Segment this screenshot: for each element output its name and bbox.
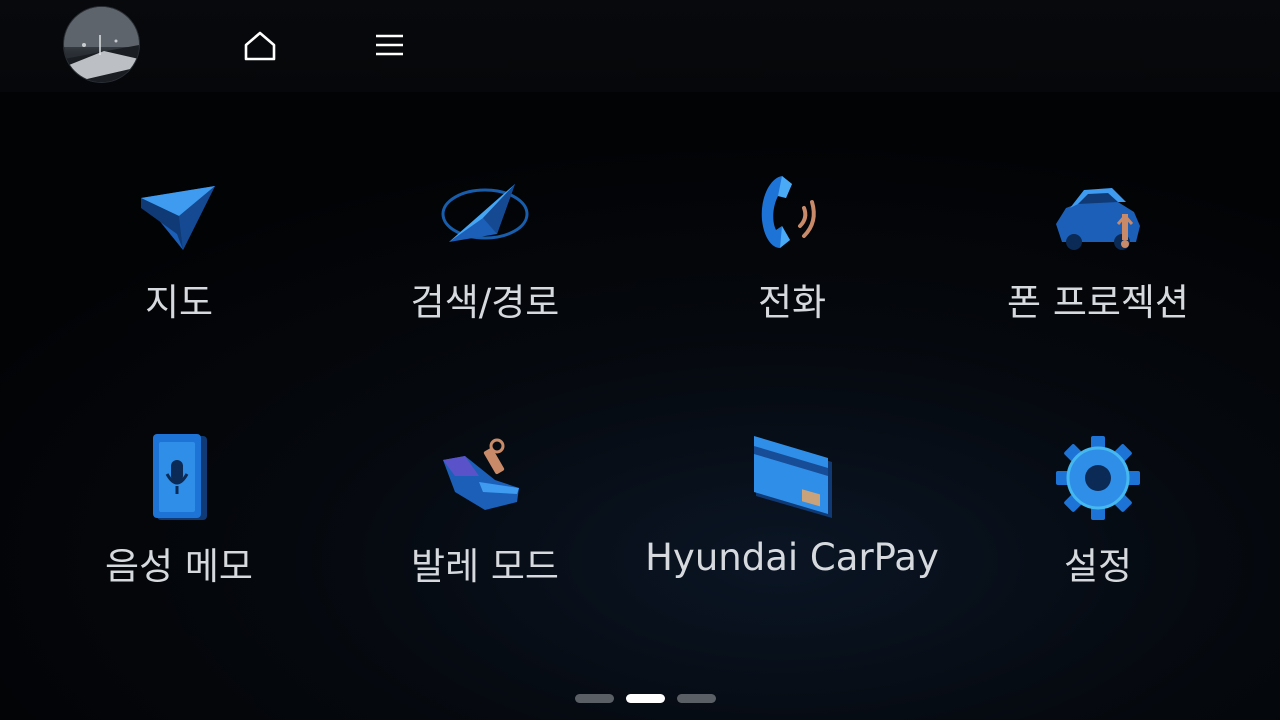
app-voice-memo[interactable]: 음성 메모 bbox=[29, 432, 329, 602]
app-valet-mode[interactable]: 발레 모드 bbox=[335, 432, 635, 602]
app-label: 음성 메모 bbox=[105, 545, 253, 588]
app-label: Hyundai CarPay bbox=[645, 536, 939, 579]
app-phone[interactable]: 전화 bbox=[642, 168, 942, 338]
settings-gear-icon bbox=[1056, 436, 1140, 520]
road-photo-icon bbox=[64, 7, 139, 82]
app-label: 폰 프로젝션 bbox=[1007, 281, 1189, 324]
payment-card-icon bbox=[754, 436, 832, 518]
app-label: 설정 bbox=[1063, 545, 1133, 588]
app-settings[interactable]: 설정 bbox=[948, 432, 1248, 602]
app-map[interactable]: 지도 bbox=[29, 168, 329, 338]
hamburger-menu-icon[interactable] bbox=[371, 28, 407, 64]
app-hyundai-carpay[interactable]: Hyundai CarPay bbox=[642, 432, 942, 602]
app-label: 전화 bbox=[757, 281, 827, 324]
avatar[interactable] bbox=[64, 7, 139, 82]
route-search-icon bbox=[441, 184, 529, 242]
app-label: 발레 모드 bbox=[411, 545, 559, 588]
app-label: 검색/경로 bbox=[410, 281, 560, 324]
app-search-route[interactable]: 검색/경로 bbox=[335, 168, 635, 338]
car-usb-icon bbox=[1056, 188, 1140, 250]
voice-memo-mic-icon bbox=[153, 434, 207, 520]
page-dot-2-active[interactable] bbox=[626, 694, 665, 703]
top-bar bbox=[0, 0, 1280, 92]
navigation-arrow-icon bbox=[141, 186, 215, 250]
app-label: 지도 bbox=[144, 281, 214, 324]
app-phone-projection[interactable]: 폰 프로젝션 bbox=[948, 168, 1248, 338]
page-dot-1[interactable] bbox=[575, 694, 614, 703]
valet-hand-key-icon bbox=[443, 438, 519, 510]
phone-handset-icon bbox=[761, 176, 816, 248]
home-icon[interactable] bbox=[242, 28, 278, 64]
page-dot-3[interactable] bbox=[677, 694, 716, 703]
